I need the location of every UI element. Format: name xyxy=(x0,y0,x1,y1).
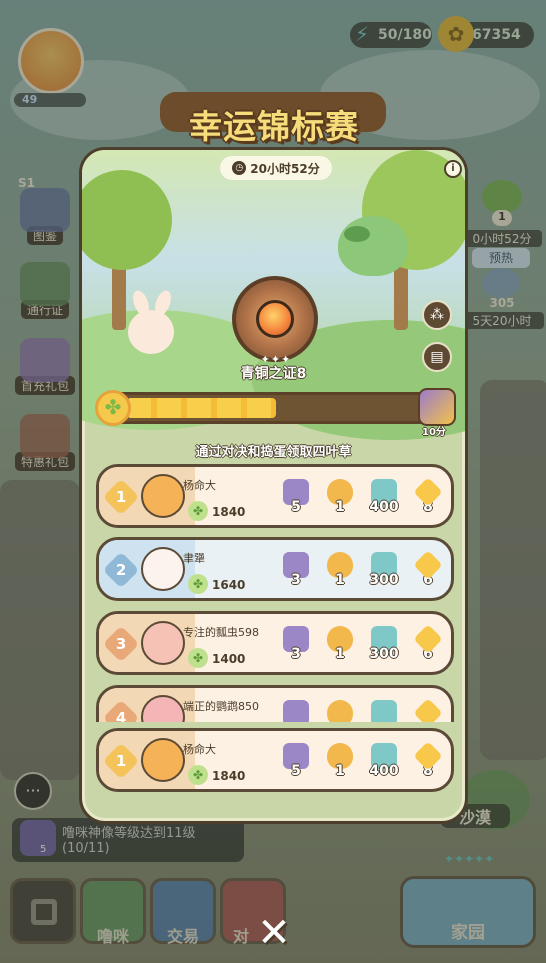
avatar[interactable] xyxy=(141,621,185,665)
clover-icon: ✤ xyxy=(188,574,208,594)
reward-item[interactable] xyxy=(367,700,401,722)
leaderboard-list[interactable]: 1 杨命大 ✤ 1840 5 1 400 8 2 聿犟 ✤ 1640 3 1 300 6 3 专注的瓢虫598 ✤ 1… xyxy=(96,464,454,722)
reward-item[interactable] xyxy=(323,700,357,722)
reward-chest-icon[interactable] xyxy=(418,388,456,426)
player-name: 杨命大 xyxy=(183,479,216,492)
player-name: 专注的瓢虫598 xyxy=(183,626,259,639)
rank-number: 2 xyxy=(115,561,127,579)
help-icon[interactable]: i xyxy=(444,160,462,178)
player-name: 杨命大 xyxy=(183,743,216,756)
reward-count: 3 xyxy=(291,572,301,588)
leaderboard-row[interactable]: 3 专注的瓢虫598 ✤ 1400 3 1 300 6 xyxy=(96,611,454,675)
clover-progress-bar: ✤ xyxy=(95,390,440,426)
reward-count: 1 xyxy=(335,763,345,779)
clover-icon: ✤ xyxy=(188,501,208,521)
event-timer: ◷ 20小时52分 xyxy=(220,156,332,180)
leaderboard-row[interactable]: 1 杨命大 ✤ 1840 5 1 400 8 xyxy=(96,464,454,528)
reward-item[interactable]: 5 xyxy=(279,743,313,787)
leaderboard-row[interactable]: 4 端正的鹦鹉850 xyxy=(96,685,454,722)
close-button[interactable]: ✕ xyxy=(254,913,294,953)
reward-count: 300 xyxy=(369,646,399,662)
player-name: 端正的鹦鹉850 xyxy=(183,700,259,713)
rank-number: 3 xyxy=(115,635,127,653)
leaderboard-row[interactable]: 2 聿犟 ✤ 1640 3 1 300 6 xyxy=(96,537,454,601)
clover-icon: ✤ xyxy=(188,648,208,668)
bird-beak xyxy=(344,226,370,242)
modal-subtitle: 通过对决和捣蛋领取四叶草 xyxy=(195,445,352,460)
chest-timer: 10分 xyxy=(422,427,446,438)
soul-crystal-icon xyxy=(283,700,309,722)
reward-count: 5 xyxy=(291,763,301,779)
reward-item[interactable] xyxy=(411,698,445,722)
reward-item[interactable]: 6 xyxy=(411,624,445,670)
flame-emblem-icon xyxy=(256,300,294,338)
progress-fill xyxy=(127,398,276,418)
reward-item[interactable] xyxy=(279,700,313,722)
modal-title: 幸运锦标赛 xyxy=(189,107,359,146)
reward-count: 5 xyxy=(291,499,301,515)
player-score: 1400 xyxy=(212,652,246,666)
reward-count: 1 xyxy=(335,572,345,588)
reward-item[interactable]: 3 xyxy=(279,552,313,596)
player-score: 1840 xyxy=(212,769,246,783)
star-icon xyxy=(413,698,443,722)
bunny-character xyxy=(128,310,174,354)
podium-icon: ⁂ xyxy=(430,307,444,323)
player-score: 1640 xyxy=(212,578,246,592)
reward-item[interactable]: 5 xyxy=(279,479,313,523)
my-rank-row[interactable]: 1 杨命大 ✤ 1840 5 1 400 8 xyxy=(96,728,454,792)
reward-count: 3 xyxy=(291,646,301,662)
clover-bird-character xyxy=(338,216,408,276)
clock-icon: ◷ xyxy=(232,161,247,175)
reward-count: 400 xyxy=(369,499,399,515)
crystal-icon xyxy=(371,700,397,722)
rank-name: 青铜之证8 xyxy=(240,366,307,382)
clover-icon: ✤ xyxy=(95,390,131,426)
reward-item[interactable]: 8 xyxy=(411,741,445,787)
rules-button[interactable]: ▤ xyxy=(422,342,452,372)
reward-item[interactable]: 1 xyxy=(323,743,357,787)
reward-item[interactable]: 300 xyxy=(367,626,401,670)
reward-count: 1 xyxy=(335,499,345,515)
avatar[interactable] xyxy=(141,738,185,782)
avatar[interactable] xyxy=(141,547,185,591)
reward-item[interactable]: 400 xyxy=(367,743,401,787)
player-score: 1840 xyxy=(212,505,246,519)
reward-item[interactable]: 3 xyxy=(279,626,313,670)
reward-item[interactable]: 8 xyxy=(411,477,445,523)
reward-count: 400 xyxy=(369,763,399,779)
reward-item[interactable]: 400 xyxy=(367,479,401,523)
podium-button[interactable]: ⁂ xyxy=(422,300,452,330)
rank-number: 4 xyxy=(115,709,127,722)
avatar[interactable] xyxy=(141,474,185,518)
player-name: 聿犟 xyxy=(183,552,205,565)
reward-count: 300 xyxy=(369,572,399,588)
egg-icon xyxy=(327,700,353,722)
reward-count: 1 xyxy=(335,646,345,662)
document-icon: ▤ xyxy=(430,349,444,365)
rank-number: 1 xyxy=(115,488,127,506)
rank-number: 1 xyxy=(115,752,127,770)
clover-icon: ✤ xyxy=(188,765,208,785)
reward-item[interactable]: 6 xyxy=(411,550,445,596)
reward-item[interactable]: 1 xyxy=(323,479,357,523)
rank-badge[interactable] xyxy=(232,276,318,362)
reward-item[interactable]: 1 xyxy=(323,552,357,596)
tournament-modal: ◷ 20小时52分 i ✦✦✦ 青铜之证8 ⁂ ▤ ✤ 10分 通过对决和捣蛋领… xyxy=(79,147,468,824)
reward-item[interactable]: 300 xyxy=(367,552,401,596)
reward-item[interactable]: 1 xyxy=(323,626,357,670)
